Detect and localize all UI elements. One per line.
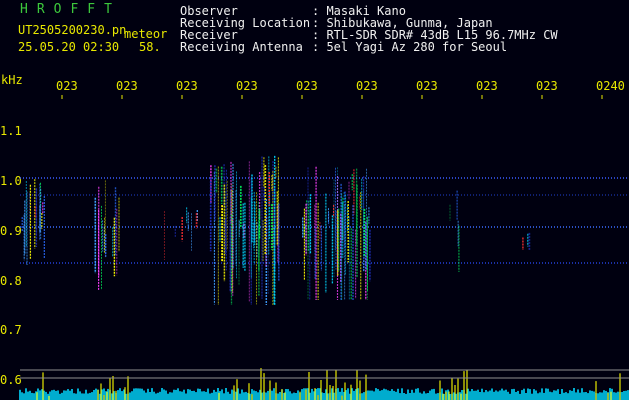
x-tick-marks (61, 95, 603, 99)
amplitude-histogram (19, 368, 629, 400)
hrofft-spectrogram-window: HROFFT UT2505200230.pn meteor 25.05.20 0… (0, 0, 629, 400)
spectrogram-plot (19, 95, 629, 400)
frequency-reference-lines (20, 177, 629, 264)
